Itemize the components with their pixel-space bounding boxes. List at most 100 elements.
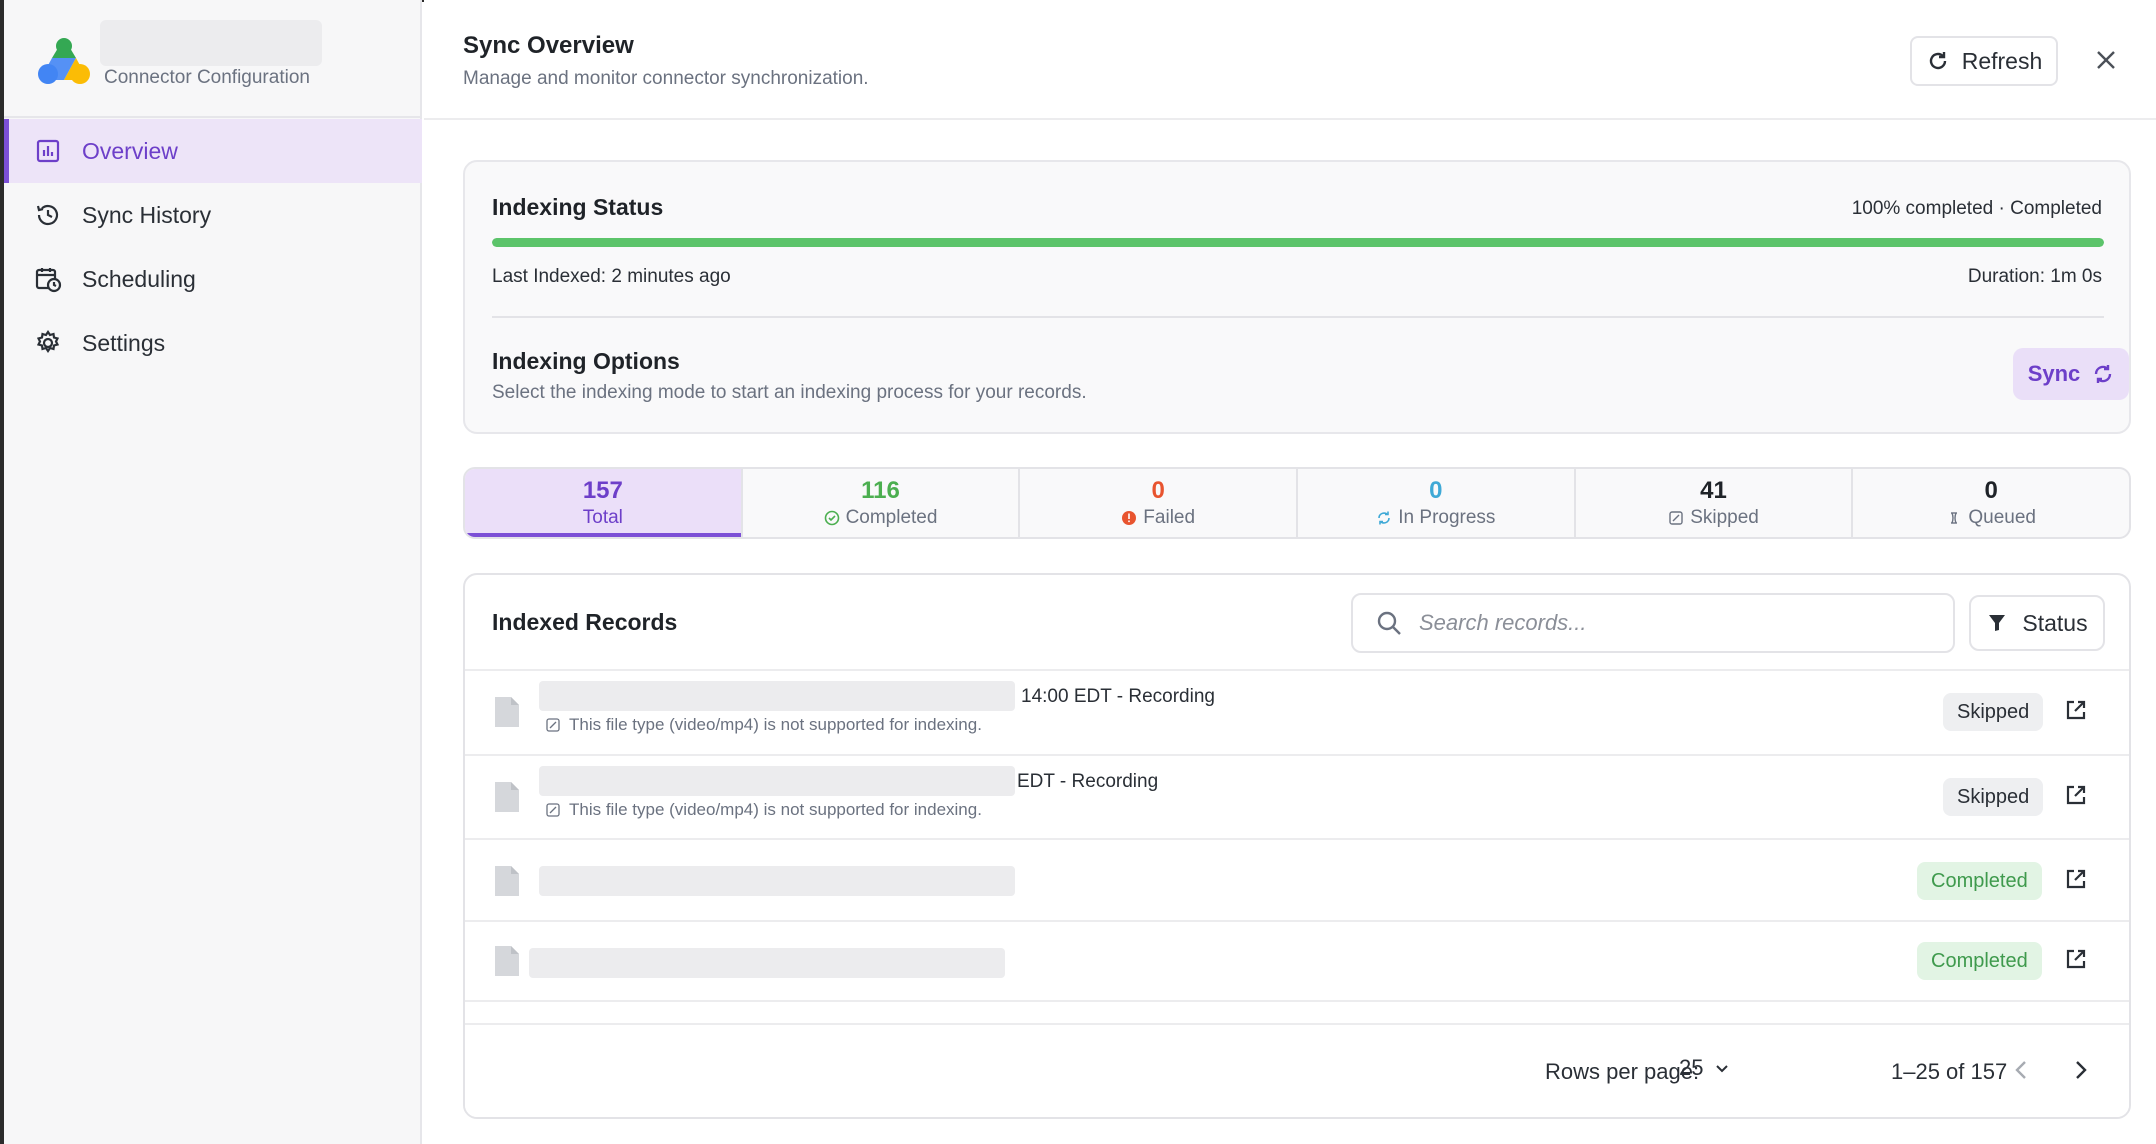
sidebar-item-label: Scheduling — [82, 265, 196, 292]
sidebar-item-overview[interactable]: Overview — [4, 119, 422, 183]
sidebar-item-label: Sync History — [82, 201, 212, 228]
stat-label-text: Completed — [845, 507, 938, 528]
refresh-button[interactable]: Refresh — [1910, 36, 2058, 86]
queue-icon — [1951, 512, 1958, 524]
record-note-text: This file type (video/mp4) is not suppor… — [569, 715, 982, 734]
external-link-icon — [2066, 785, 2086, 805]
stat-tab-completed[interactable]: 116 Completed — [743, 469, 1021, 537]
skip-square-icon — [1669, 511, 1683, 525]
table-row[interactable]: 14:00 EDT - Recording This file type (vi… — [465, 671, 2129, 756]
records-title: Indexed Records — [492, 609, 678, 635]
pagination-footer: Rows per page: 25 1–25 of 157 — [465, 1023, 2129, 1117]
skip-square-icon — [546, 803, 560, 817]
page-title: Sync Overview — [463, 32, 634, 59]
search-records-field — [1351, 593, 1955, 653]
rows-per-page-select[interactable]: 25 — [1679, 1055, 1731, 1081]
stat-label: Failed — [1121, 507, 1195, 529]
previous-page-button[interactable] — [2009, 1057, 2037, 1085]
record-name-redacted — [539, 766, 1015, 796]
sidebar: Connector Configuration Overview Sync Hi… — [4, 0, 422, 1144]
stat-tab-total[interactable]: 157 Total — [465, 469, 743, 537]
external-link-icon — [2066, 700, 2086, 720]
open-record-link[interactable] — [2063, 697, 2091, 725]
file-icon — [495, 946, 519, 976]
record-name-redacted — [539, 866, 1015, 896]
table-row[interactable]: Completed — [465, 922, 2129, 1002]
sync-label: Sync — [2027, 361, 2081, 386]
stat-label: Skipped — [1668, 507, 1759, 529]
alert-circle-icon — [1122, 511, 1137, 525]
pagination-range: 1–25 of 157 — [1891, 1059, 2008, 1084]
search-input[interactable] — [1419, 610, 1939, 636]
page-header: Sync Overview Manage and monitor connect… — [424, 0, 2156, 120]
status-filter-label: Status — [2022, 609, 2088, 636]
record-name-redacted — [529, 948, 1005, 978]
skip-square-icon — [546, 718, 560, 732]
chevron-left-icon — [2015, 1061, 2026, 1079]
stat-tab-in-progress[interactable]: 0 In Progress — [1298, 469, 1576, 537]
stat-tab-failed[interactable]: 0 Failed — [1020, 469, 1299, 537]
file-icon — [495, 866, 519, 896]
indexing-options-description: Select the indexing mode to start an ind… — [492, 382, 1087, 403]
stat-value: 0 — [1429, 477, 1443, 504]
indexing-options-title: Indexing Options — [492, 348, 680, 374]
search-icon — [1377, 611, 1401, 635]
stat-label-text: Queued — [1968, 507, 2036, 528]
close-icon — [2097, 51, 2115, 69]
status-badge: Completed — [1917, 862, 2042, 900]
main-panel: Sync Overview Manage and monitor connect… — [424, 0, 2156, 1144]
status-filter-button[interactable]: Status — [1969, 595, 2105, 651]
connector-name-redacted — [100, 20, 322, 66]
next-page-button[interactable] — [2067, 1057, 2095, 1085]
status-badge: Skipped — [1943, 693, 2044, 731]
indexing-progress-fill — [492, 238, 2104, 247]
open-record-link[interactable] — [2063, 946, 2091, 974]
sidebar-item-label: Settings — [82, 329, 166, 356]
stat-label-text: In Progress — [1398, 507, 1496, 528]
stat-label-text: Skipped — [1690, 507, 1759, 528]
stat-value: 157 — [582, 477, 623, 504]
sidebar-item-scheduling[interactable]: Scheduling — [4, 247, 422, 311]
stat-value: 0 — [1984, 477, 1998, 504]
file-icon — [495, 697, 519, 727]
status-stats-tabs: 157 Total 116 Completed 0 Failed 0 In Pr… — [463, 467, 2131, 539]
refresh-label: Refresh — [1961, 47, 2043, 74]
indexing-status-text: 100% completed · Completed — [1851, 198, 2102, 219]
record-note-text: This file type (video/mp4) is not suppor… — [569, 800, 982, 819]
gear-icon — [34, 329, 62, 357]
close-button[interactable] — [2088, 42, 2124, 78]
records-header: Indexed Records Status — [465, 575, 2129, 671]
indexed-records-card: Indexed Records Status 14:00 EDT - Recor… — [463, 573, 2131, 1119]
sidebar-item-settings[interactable]: Settings — [4, 311, 422, 375]
stat-tab-queued[interactable]: 0 Queued — [1853, 469, 2129, 537]
sync-button[interactable]: Sync — [2013, 348, 2129, 400]
stat-tab-skipped[interactable]: 41 Skipped — [1576, 469, 1854, 537]
sidebar-item-sync-history[interactable]: Sync History — [4, 183, 422, 247]
sync-icon — [1378, 511, 1391, 525]
status-badge: Completed — [1917, 942, 2042, 980]
open-record-link[interactable] — [2063, 866, 2091, 894]
chart-icon — [34, 137, 62, 165]
external-link-icon — [2066, 949, 2086, 969]
chevron-down-icon — [1716, 1065, 1729, 1073]
divider — [492, 316, 2104, 318]
rows-per-page-label: Rows per page: — [1545, 1059, 1700, 1084]
brand-header: Connector Configuration — [4, 0, 422, 118]
history-icon — [34, 201, 62, 229]
last-indexed-text: Last Indexed: 2 minutes ago — [492, 266, 731, 287]
stat-label-text: Total — [582, 507, 623, 528]
record-name: 14:00 EDT - Recording — [1021, 686, 1215, 707]
duration-text: Duration: 1m 0s — [1967, 266, 2102, 287]
table-row[interactable]: EDT - Recording This file type (video/mp… — [465, 756, 2129, 840]
check-circle-icon — [824, 510, 839, 526]
stat-label: Completed — [824, 507, 938, 529]
external-link-icon — [2066, 869, 2086, 889]
table-row[interactable]: Completed — [465, 840, 2129, 922]
app-window: Connector Configuration Overview Sync Hi… — [0, 0, 2156, 1144]
stat-value: 41 — [1700, 477, 1727, 504]
open-record-link[interactable] — [2063, 782, 2091, 810]
indexing-status-title: Indexing Status — [492, 194, 664, 220]
connector-logo-icon — [38, 38, 90, 84]
chevron-right-icon — [2076, 1061, 2087, 1079]
indexing-status-card: Indexing Status 100% completed · Complet… — [463, 160, 2131, 434]
